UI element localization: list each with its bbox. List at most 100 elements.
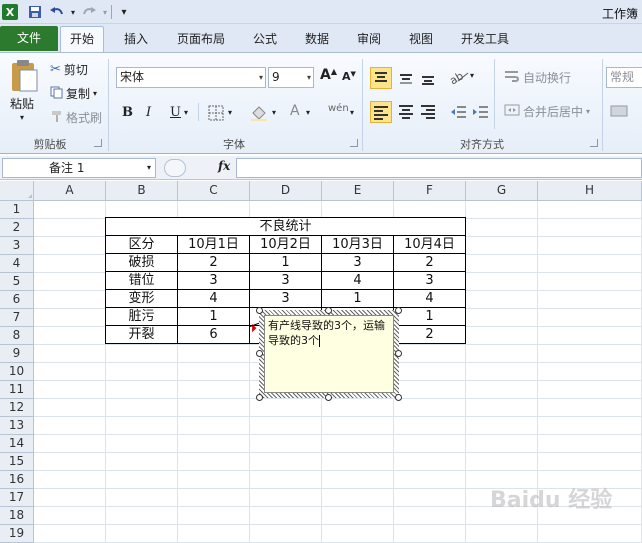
paste-button[interactable]: 粘贴 (10, 95, 34, 112)
data-cell[interactable]: 4 (178, 290, 249, 308)
tab-review[interactable]: 审阅 (348, 28, 390, 52)
resize-handle[interactable] (256, 394, 263, 401)
data-cell[interactable]: 开裂 (106, 326, 177, 344)
wrap-text-button[interactable]: 自动换行 (504, 69, 571, 86)
row-header-4[interactable]: 4 (0, 255, 34, 273)
orientation-icon[interactable]: ab (447, 69, 470, 88)
underline-button[interactable]: U (170, 105, 181, 120)
data-cell[interactable]: 3 (394, 272, 465, 290)
font-color-dropdown-icon[interactable]: ▾ (306, 108, 310, 117)
border-dropdown-icon[interactable]: ▾ (228, 108, 232, 117)
tab-home[interactable]: 开始 (60, 26, 104, 52)
data-cell[interactable]: 错位 (106, 272, 177, 290)
shrink-font-button[interactable]: A▼ (342, 70, 356, 83)
data-cell[interactable]: 3 (250, 290, 321, 308)
row-header-10[interactable]: 10 (0, 363, 34, 381)
data-cell[interactable]: 2 (394, 254, 465, 272)
align-bottom-button[interactable] (418, 67, 440, 89)
data-cell[interactable]: 1 (178, 308, 249, 326)
data-cell[interactable]: 1 (322, 290, 393, 308)
align-left-button[interactable] (370, 101, 392, 123)
data-cell[interactable]: 1 (394, 308, 465, 326)
column-header-e[interactable]: E (322, 181, 394, 201)
row-header-13[interactable]: 13 (0, 417, 34, 435)
column-header-c[interactable]: C (178, 181, 250, 201)
align-center-button[interactable] (396, 101, 418, 123)
header-cell[interactable]: 10月2日 (250, 236, 321, 254)
row-header-16[interactable]: 16 (0, 471, 34, 489)
header-cell[interactable]: 区分 (106, 236, 177, 254)
font-name-combo[interactable]: 宋体 ▾ (116, 67, 266, 88)
bold-button[interactable]: B (122, 105, 133, 120)
data-cell[interactable]: 6 (178, 326, 249, 344)
column-header-f[interactable]: F (394, 181, 466, 201)
insert-function-button[interactable]: fx (218, 159, 230, 173)
currency-format-icon[interactable] (610, 103, 630, 122)
font-color-icon[interactable]: A (290, 103, 300, 119)
tab-data[interactable]: 数据 (296, 28, 338, 52)
phonetic-dropdown-icon[interactable]: ▾ (350, 108, 354, 117)
copy-button[interactable]: 复制 ▾ (50, 85, 97, 102)
column-header-a[interactable]: A (34, 181, 106, 201)
resize-handle[interactable] (395, 350, 402, 357)
row-header-18[interactable]: 18 (0, 507, 34, 525)
tab-file[interactable]: 文件 (0, 26, 58, 51)
comment-box[interactable]: 有产线导致的3个，运输导致的3个 (256, 307, 402, 401)
row-header-11[interactable]: 11 (0, 381, 34, 399)
resize-handle[interactable] (256, 307, 263, 314)
row-header-15[interactable]: 15 (0, 453, 34, 471)
column-header-b[interactable]: B (106, 181, 178, 201)
grow-font-button[interactable]: A▲ (320, 67, 337, 83)
decrease-indent-icon[interactable] (450, 103, 468, 124)
row-header-2[interactable]: 2 (0, 219, 34, 237)
name-box[interactable]: 备注 1 ▾ (2, 158, 156, 178)
tab-developer[interactable]: 开发工具 (452, 28, 518, 52)
orientation-dropdown-icon[interactable]: ▾ (470, 71, 474, 80)
border-icon[interactable] (208, 105, 224, 124)
tab-insert[interactable]: 插入 (114, 28, 158, 52)
data-cell[interactable]: 2 (394, 326, 465, 344)
data-cell[interactable]: 脏污 (106, 308, 177, 326)
format-painter-button[interactable]: 格式刷 (50, 109, 102, 126)
data-cell[interactable]: 破损 (106, 254, 177, 272)
data-cell[interactable]: 2 (178, 254, 249, 272)
row-header-14[interactable]: 14 (0, 435, 34, 453)
fill-color-dropdown-icon[interactable]: ▾ (272, 108, 276, 117)
row-header-17[interactable]: 17 (0, 489, 34, 507)
header-cell[interactable]: 10月1日 (178, 236, 249, 254)
paste-icon[interactable] (8, 59, 40, 95)
customize-qat-icon[interactable]: ▾ (115, 3, 133, 21)
data-cell[interactable]: 变形 (106, 290, 177, 308)
row-header-3[interactable]: 3 (0, 237, 34, 255)
row-header-19[interactable]: 19 (0, 525, 34, 543)
resize-handle[interactable] (325, 394, 332, 401)
data-cell[interactable]: 1 (250, 254, 321, 272)
tab-formulas[interactable]: 公式 (244, 28, 286, 52)
table-title-cell[interactable]: 不良统计 (106, 218, 465, 236)
underline-dropdown-icon[interactable]: ▾ (184, 108, 188, 117)
column-header-g[interactable]: G (466, 181, 538, 201)
cut-button[interactable]: ✂ 剪切 (50, 61, 88, 78)
row-header-5[interactable]: 5 (0, 273, 34, 291)
data-cell[interactable]: 3 (250, 272, 321, 290)
data-cell[interactable]: 3 (178, 272, 249, 290)
formula-bar-resize-handle[interactable] (164, 159, 186, 177)
row-header-7[interactable]: 7 (0, 309, 34, 327)
resize-handle[interactable] (395, 307, 402, 314)
italic-button[interactable]: I (146, 105, 151, 120)
save-icon[interactable] (26, 3, 44, 21)
header-cell[interactable]: 10月3日 (322, 236, 393, 254)
row-header-1[interactable]: 1 (0, 201, 34, 219)
tab-page-layout[interactable]: 页面布局 (168, 28, 234, 52)
row-header-6[interactable]: 6 (0, 291, 34, 309)
fill-color-icon[interactable] (250, 105, 268, 124)
data-cell[interactable]: 4 (322, 272, 393, 290)
row-header-8[interactable]: 8 (0, 327, 34, 345)
align-right-button[interactable] (418, 101, 440, 123)
data-cell[interactable]: 4 (394, 290, 465, 308)
alignment-launcher-icon[interactable] (590, 139, 598, 147)
resize-handle[interactable] (325, 307, 332, 314)
resize-handle[interactable] (256, 350, 263, 357)
row-header-9[interactable]: 9 (0, 345, 34, 363)
increase-indent-icon[interactable] (472, 103, 490, 124)
